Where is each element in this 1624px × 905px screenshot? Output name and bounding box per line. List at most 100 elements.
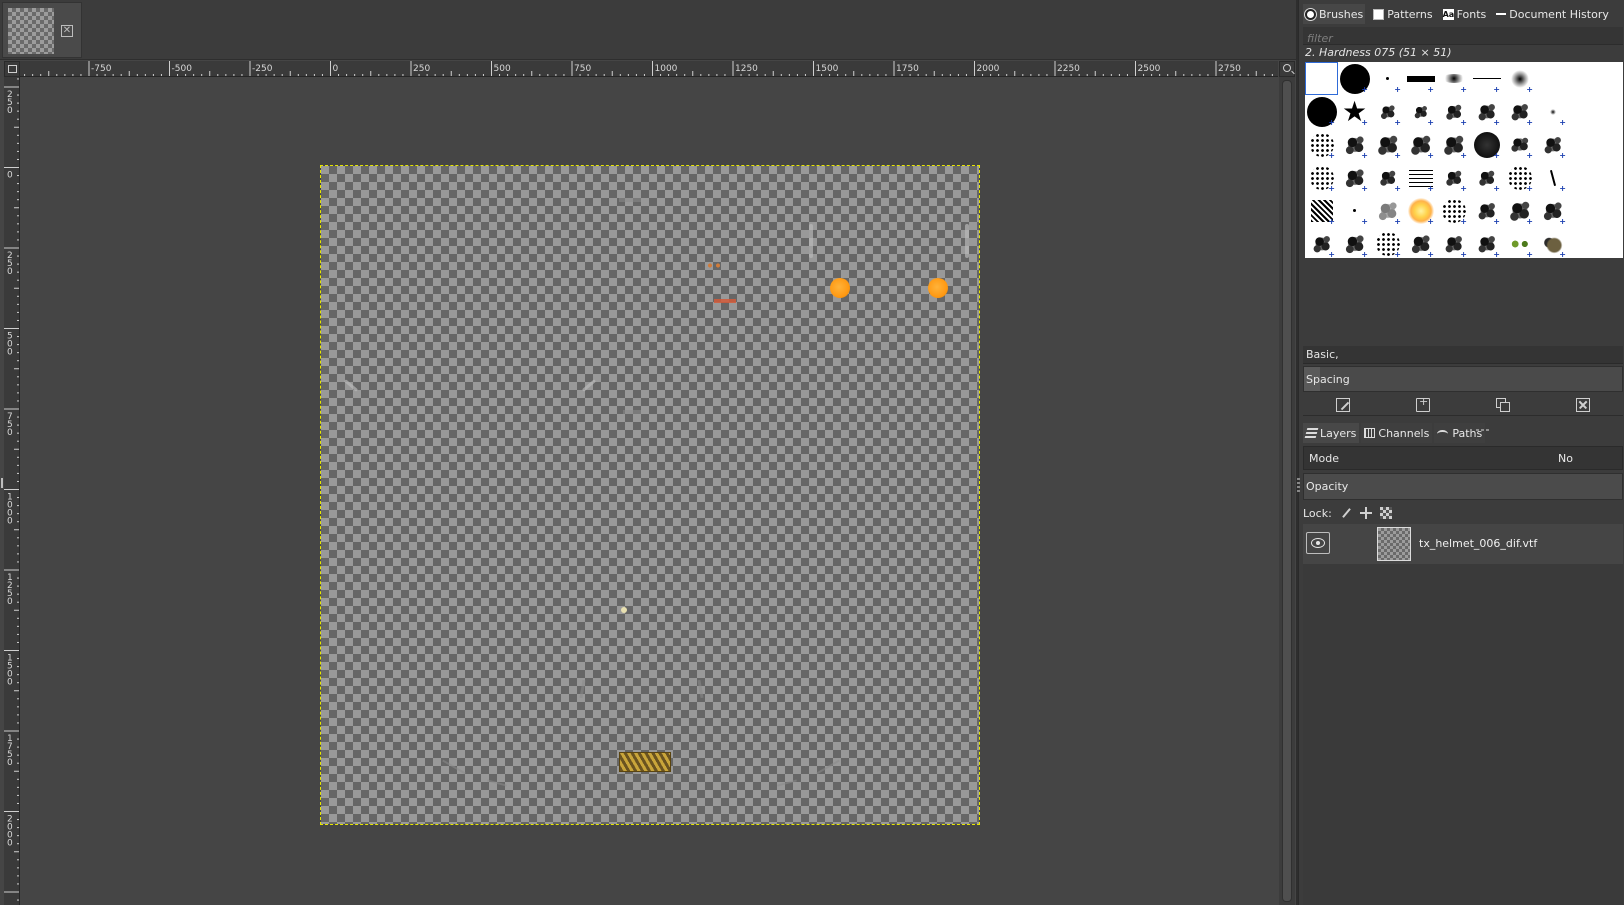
brush-thumbnail[interactable]: + (1437, 128, 1470, 161)
tab-patterns[interactable]: Patterns (1371, 4, 1434, 24)
brush-thumbnail[interactable]: + (1338, 227, 1371, 258)
brush-thumbnail[interactable]: + (1503, 128, 1536, 161)
spacing-label: Spacing (1306, 373, 1350, 386)
brush-thumbnail[interactable]: + (1404, 161, 1437, 194)
brush-thumbnail[interactable]: + (1503, 194, 1536, 227)
brush-plus-marker: + (1427, 151, 1434, 160)
delete-brush-icon[interactable] (1576, 397, 1590, 412)
tab-channels[interactable]: Channels (1361, 423, 1433, 443)
layer-row[interactable]: tx_helmet_006_dif.vtf (1303, 524, 1623, 564)
image-tab[interactable]: ✕ (2, 2, 82, 58)
brush-thumbnail[interactable]: + (1305, 161, 1338, 194)
brush-thumbnail[interactable]: + (1536, 95, 1569, 128)
brush-thumbnail[interactable]: + (1404, 227, 1437, 258)
right-dock: Brushes Patterns Aa Fonts Document Histo… (1298, 0, 1624, 905)
spacing-slider[interactable]: Spacing (1303, 366, 1623, 392)
tab-paths[interactable]: Paths (1434, 423, 1486, 443)
tab-label: Brushes (1319, 7, 1364, 21)
close-icon[interactable]: ✕ (61, 25, 73, 37)
brush-thumbnail[interactable]: + (1536, 161, 1569, 194)
vertical-ruler[interactable]: 250025050075010001250150017502000 (4, 77, 20, 905)
image-canvas[interactable] (320, 165, 980, 825)
texture-mark (487, 779, 507, 787)
brush-thumbnail[interactable]: + (1437, 62, 1470, 95)
brush-thumbnail[interactable]: + (1404, 194, 1437, 227)
brush-thumbnail[interactable]: + (1437, 194, 1470, 227)
brush-thumbnail[interactable]: + (1338, 128, 1371, 161)
scrollbar-thumb[interactable] (1282, 80, 1292, 902)
tab-fonts[interactable]: Aa Fonts (1441, 4, 1489, 24)
brush-plus-marker: + (1394, 217, 1401, 226)
brush-filter-input[interactable] (1303, 29, 1623, 48)
brush-thumbnail[interactable]: + (1371, 95, 1404, 128)
layer-name[interactable]: tx_helmet_006_dif.vtf (1419, 537, 1537, 550)
brush-thumbnail[interactable]: + (1371, 161, 1404, 194)
mode-value: No (1558, 452, 1573, 465)
brush-thumbnail[interactable]: + (1305, 227, 1338, 258)
brush-plus-marker: + (1526, 151, 1533, 160)
horizontal-ruler-ticks: -750 -500 -250 0 250 500 750 1000 1250 1500 1750 20… (24, 61, 1273, 76)
duplicate-brush-icon[interactable] (1496, 397, 1510, 412)
new-brush-icon[interactable] (1416, 395, 1430, 412)
brush-thumbnail[interactable]: + (1437, 95, 1470, 128)
brush-thumbnail[interactable]: + (1305, 128, 1338, 161)
brush-thumbnail[interactable] (1536, 62, 1569, 95)
brush-plus-marker: + (1427, 184, 1434, 193)
brush-plus-marker: + (1559, 118, 1566, 127)
brush-thumbnail[interactable]: + (1371, 227, 1404, 258)
brush-thumbnail[interactable]: + (1470, 95, 1503, 128)
brush-plus-marker: + (1460, 151, 1467, 160)
right-dock-handle[interactable] (1297, 478, 1300, 492)
brush-thumbnail[interactable]: + (1338, 161, 1371, 194)
tab-brushes[interactable]: Brushes (1303, 4, 1366, 24)
brush-thumbnail[interactable]: + (1470, 227, 1503, 258)
brush-thumbnail[interactable]: + (1404, 128, 1437, 161)
layer-visibility-toggle[interactable] (1306, 532, 1330, 554)
vertical-scrollbar[interactable] (1279, 77, 1295, 905)
ruler-label: 0 (7, 758, 13, 768)
brush-thumbnail[interactable]: + (1470, 194, 1503, 227)
brush-thumbnail[interactable]: + (1404, 62, 1437, 95)
brush-thumbnail[interactable]: + (1437, 161, 1470, 194)
layers-list[interactable]: tx_helmet_006_dif.vtf (1303, 524, 1623, 905)
lock-position-icon[interactable] (1359, 507, 1372, 519)
brush-thumbnail[interactable]: + (1437, 227, 1470, 258)
horizontal-ruler[interactable]: -750 -500 -250 0 250 500 750 1000 1250 1500 1750 20… (20, 61, 1278, 77)
brush-thumbnail[interactable]: + (1470, 161, 1503, 194)
brush-thumbnail[interactable]: + (1338, 62, 1371, 95)
zoom-image-button[interactable] (1279, 61, 1295, 77)
brush-thumbnail[interactable]: + (1536, 128, 1569, 161)
brush-thumbnail[interactable]: + (1503, 227, 1536, 258)
tab-document-history[interactable]: Document History (1494, 4, 1611, 24)
layer-mode-select[interactable]: Mode No (1303, 446, 1623, 470)
brush-thumbnail[interactable]: + (1305, 194, 1338, 227)
brush-thumbnail[interactable]: + (1305, 95, 1338, 128)
brush-thumbnail[interactable]: + (1503, 95, 1536, 128)
brush-plus-marker: + (1460, 184, 1467, 193)
brush-thumbnail[interactable]: + (1536, 227, 1569, 258)
brush-preset-field[interactable]: Basic, (1303, 346, 1623, 364)
brush-plus-marker: + (1328, 217, 1335, 226)
brush-grid[interactable]: + + + + + + + ★ + + + + + + + + + + + + + + + + + + + + + + + + + + + + + + + +… (1305, 62, 1623, 258)
dock-resize-grip[interactable] (1476, 416, 1496, 431)
brush-thumbnail[interactable]: + (1503, 62, 1536, 95)
brush-thumbnail[interactable]: ★ + (1338, 95, 1371, 128)
edit-brush-icon[interactable] (1336, 397, 1350, 412)
brush-thumbnail[interactable]: + (1470, 62, 1503, 95)
brush-thumbnail[interactable] (1305, 62, 1338, 95)
brush-thumbnail[interactable]: + (1371, 194, 1404, 227)
brush-thumbnail[interactable]: + (1404, 95, 1437, 128)
tab-layers[interactable]: Layers (1303, 423, 1360, 443)
quick-mask-toggle[interactable] (4, 61, 20, 77)
brush-thumbnail[interactable]: + (1503, 161, 1536, 194)
brush-thumbnail[interactable]: + (1371, 62, 1404, 95)
lock-alpha-icon[interactable] (1379, 507, 1392, 519)
brush-plus-marker: + (1361, 85, 1368, 94)
brush-thumbnail[interactable]: + (1536, 194, 1569, 227)
lock-pixels-icon[interactable] (1340, 507, 1352, 519)
opacity-slider[interactable]: Opacity (1303, 473, 1623, 500)
brush-thumbnail[interactable]: + (1338, 194, 1371, 227)
brush-thumbnail[interactable]: + (1470, 128, 1503, 161)
left-dock-handle[interactable] (0, 478, 4, 488)
brush-thumbnail[interactable]: + (1371, 128, 1404, 161)
